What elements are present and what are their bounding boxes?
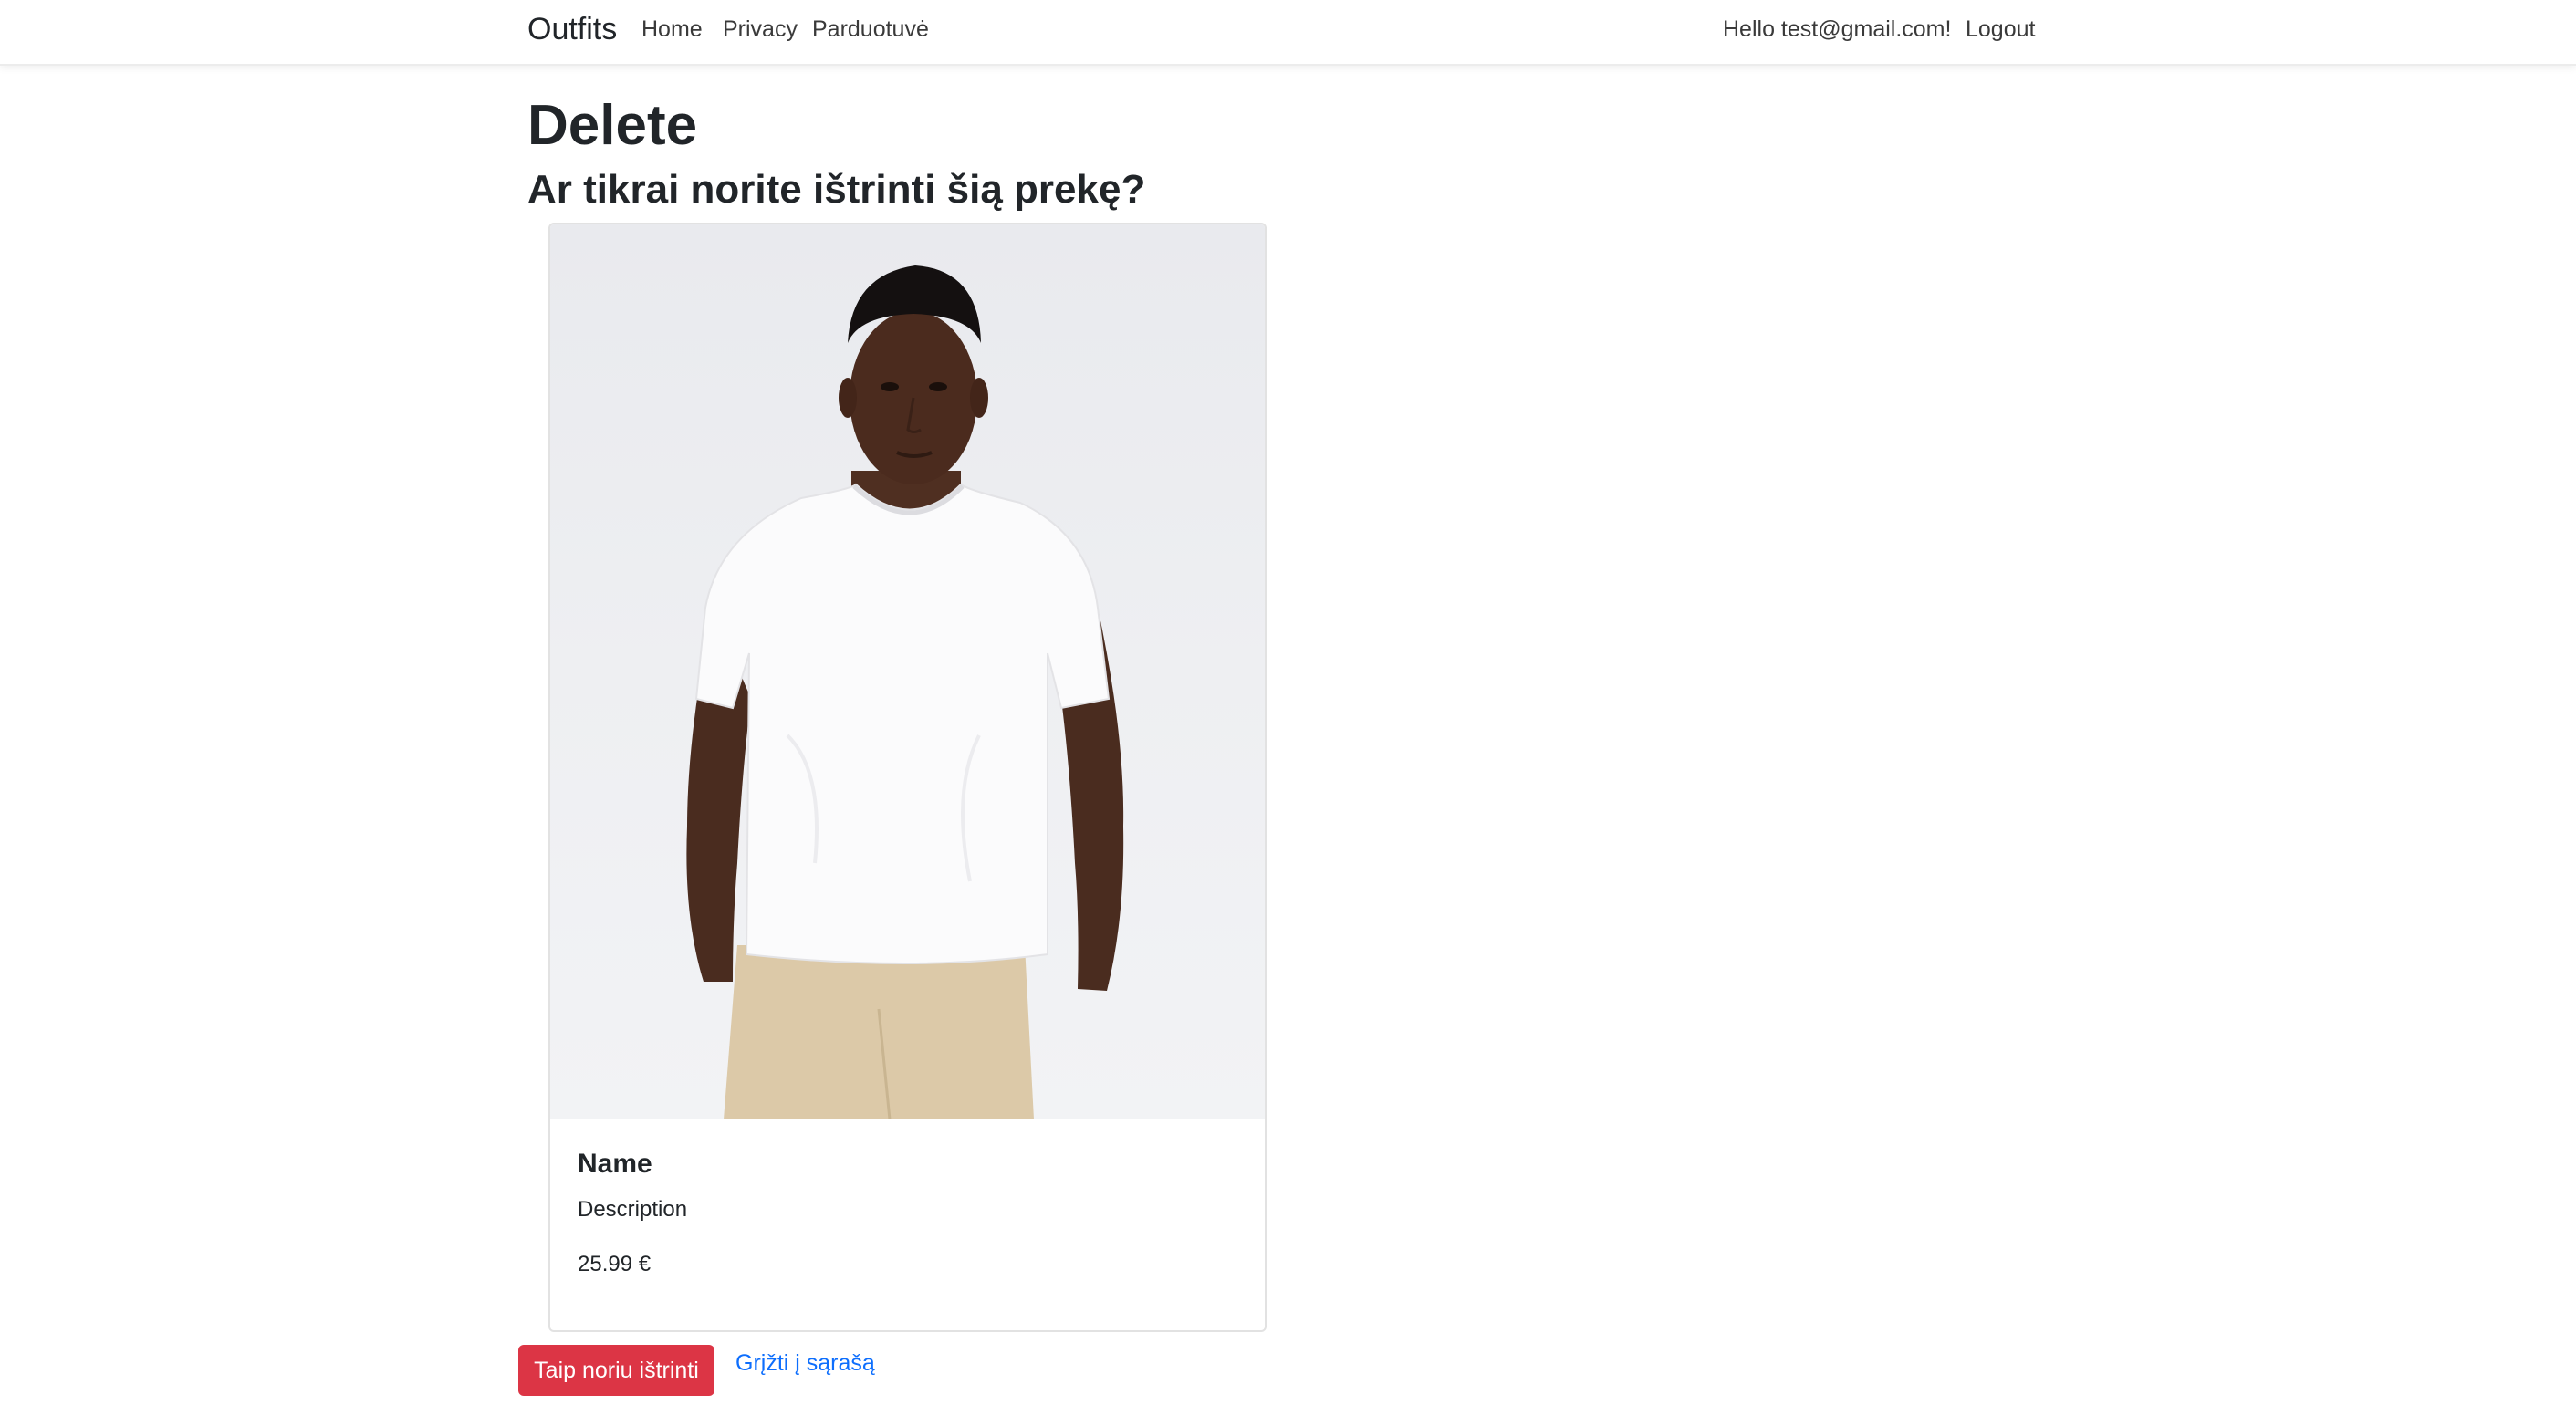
- product-name: Name: [578, 1149, 652, 1179]
- user-greeting-link[interactable]: Hello test@gmail.com!: [1723, 15, 1951, 44]
- product-description: Description: [578, 1197, 688, 1222]
- brand-link[interactable]: Outfits: [527, 11, 617, 47]
- confirm-delete-button[interactable]: Taip noriu ištrinti: [518, 1345, 714, 1396]
- page-subtitle: Ar tikrai norite ištrinti šią prekę?: [527, 167, 1146, 212]
- navbar: Outfits Home Privacy Parduotuvė Hello te…: [0, 0, 2576, 66]
- page-title: Delete: [527, 94, 698, 157]
- nav-shop-link[interactable]: Parduotuvė: [812, 15, 929, 44]
- nav-home-link[interactable]: Home: [641, 15, 703, 44]
- nav-privacy-link[interactable]: Privacy: [723, 15, 798, 44]
- product-card-body: Name Description 25.99 €: [578, 1146, 1237, 1279]
- product-image: [550, 224, 1265, 1120]
- back-to-list-link[interactable]: Grįžti į sąrašą: [735, 1348, 875, 1379]
- product-price: 25.99 €: [578, 1252, 652, 1276]
- logout-link[interactable]: Logout: [1966, 15, 2035, 44]
- product-card: Name Description 25.99 €: [548, 223, 1267, 1332]
